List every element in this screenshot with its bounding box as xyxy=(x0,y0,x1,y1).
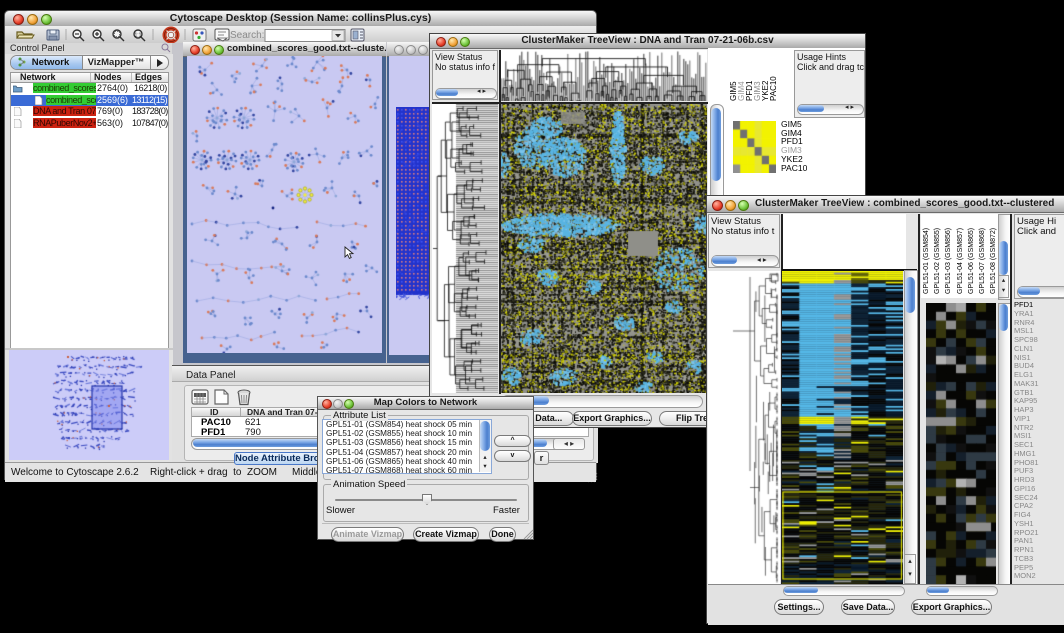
svg-text:1:1: 1:1 xyxy=(135,33,142,39)
svg-text:Search:: Search: xyxy=(230,30,264,41)
